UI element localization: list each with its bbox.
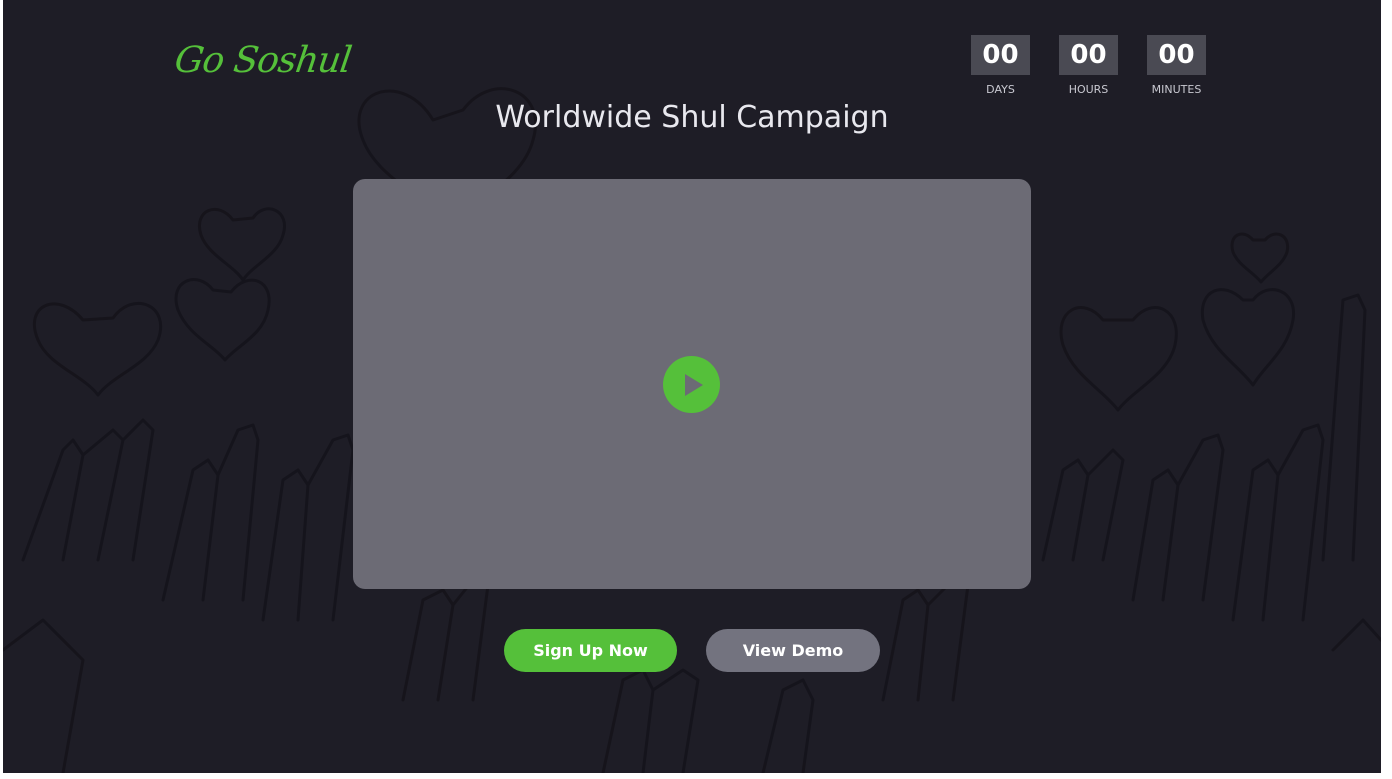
countdown-hours-label: HOURS [1068, 83, 1109, 96]
countdown-days: 00 DAYS [971, 35, 1030, 96]
countdown-timer: 00 DAYS 00 HOURS 00 MINUTES [971, 35, 1206, 96]
play-triangle [685, 373, 703, 396]
countdown-minutes: 00 MINUTES [1147, 35, 1206, 96]
landing-page: Go Soshul Worldwide Shul Campaign 00 DAY… [3, 0, 1381, 773]
brand-logo[interactable]: Go Soshul [172, 40, 353, 81]
video-player[interactable] [353, 179, 1031, 589]
play-icon[interactable] [663, 356, 720, 413]
countdown-days-value: 00 [971, 35, 1030, 75]
view-demo-button[interactable]: View Demo [706, 629, 880, 672]
countdown-hours-value: 00 [1059, 35, 1118, 75]
countdown-minutes-value: 00 [1147, 35, 1206, 75]
countdown-days-label: DAYS [986, 83, 1015, 96]
countdown-hours: 00 HOURS [1059, 35, 1118, 96]
page-title: Worldwide Shul Campaign [495, 100, 889, 135]
countdown-minutes-label: MINUTES [1151, 83, 1202, 96]
sign-up-button[interactable]: Sign Up Now [504, 629, 677, 672]
